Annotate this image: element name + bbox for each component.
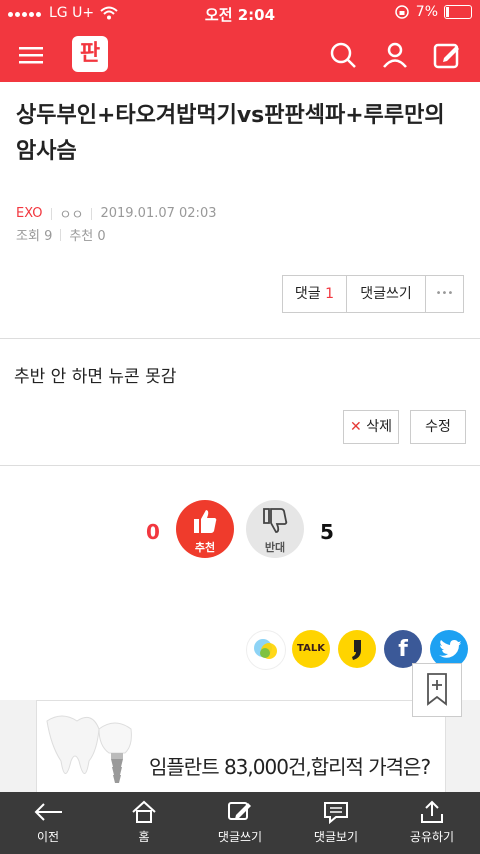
facebook-icon: f xyxy=(398,637,408,662)
share-icon xyxy=(421,800,443,823)
post-body: 추반 안 하면 뉴콘 못감 xyxy=(14,367,177,387)
post-date: 2019.01.07 02:03 xyxy=(100,206,217,221)
kakaostory-icon xyxy=(254,639,277,659)
write-comment-nav-button[interactable]: 댓글쓰기 xyxy=(192,792,288,854)
user-icon[interactable] xyxy=(380,40,410,70)
home-button[interactable]: 홈 xyxy=(96,792,192,854)
views-label: 조회 xyxy=(16,229,40,244)
share-button[interactable]: 공유하기 xyxy=(384,792,480,854)
rotation-lock-icon xyxy=(395,5,409,19)
comment-list-icon xyxy=(324,802,348,824)
bookmark-button[interactable] xyxy=(412,663,462,717)
post-nick: ㅇㅇ xyxy=(59,208,84,223)
back-arrow-icon xyxy=(34,803,62,821)
thumbs-down-icon xyxy=(263,508,288,533)
views-count: 9 xyxy=(44,229,53,244)
down-count: 5 xyxy=(320,520,334,544)
divider xyxy=(0,465,480,466)
recommend-button[interactable]: 추천 xyxy=(176,500,234,558)
status-bar: LG U+ 오전 2:04 7% xyxy=(0,0,480,28)
recommend-count: 0 xyxy=(97,229,106,244)
post-meta: EXO ㅇㅇ 2019.01.07 02:03 xyxy=(16,204,216,223)
ad-banner[interactable]: 임플란트 83,000건,합리적 가격은? xyxy=(36,700,446,796)
more-button[interactable]: ••• xyxy=(426,276,463,312)
search-icon[interactable] xyxy=(328,40,358,70)
kakaostory-share-button[interactable] xyxy=(246,630,286,670)
battery-percent: 7% xyxy=(415,4,438,20)
bookmark-add-icon xyxy=(427,673,447,706)
modify-button[interactable]: 수정 xyxy=(410,410,466,444)
divider xyxy=(0,338,480,339)
comma-icon xyxy=(352,640,361,660)
app-bar: 판 xyxy=(0,28,480,82)
kakaopage-share-button[interactable] xyxy=(338,630,376,668)
logo[interactable]: 판 xyxy=(72,36,108,72)
dental-implant-image xyxy=(46,715,132,783)
battery-icon xyxy=(444,5,472,19)
recommend-label: 추천 xyxy=(69,229,94,244)
ad-text: 임플란트 83,000건,합리적 가격은? xyxy=(149,755,431,779)
delete-button[interactable]: ✕ 삭제 xyxy=(343,410,399,444)
close-icon: ✕ xyxy=(350,419,362,435)
post-title: 상두부인+타오겨밥먹기vs판판섹파+루루만의 암사슴 xyxy=(16,103,445,164)
kakaotalk-icon: TALK xyxy=(297,643,325,654)
post-author[interactable]: EXO xyxy=(16,206,43,221)
bottom-nav: 이전 홈 댓글쓰기 댓글보기 공유하기 xyxy=(0,792,480,854)
menu-icon[interactable] xyxy=(16,40,46,70)
post-stats: 조회 9 추천 0 xyxy=(16,225,106,244)
view-comments-button[interactable]: 댓글보기 xyxy=(288,792,384,854)
write-comment-icon xyxy=(228,802,251,820)
comment-button[interactable]: 댓글 1 xyxy=(283,276,347,312)
kakaotalk-share-button[interactable]: TALK xyxy=(292,630,330,668)
write-icon[interactable] xyxy=(432,40,462,70)
comment-toolbar: 댓글 1 댓글쓰기 ••• xyxy=(282,275,464,313)
thumbs-up-icon xyxy=(194,510,217,533)
write-comment-button[interactable]: 댓글쓰기 xyxy=(347,276,426,312)
up-count: 0 xyxy=(146,520,160,544)
oppose-button[interactable]: 반대 xyxy=(246,500,304,558)
home-icon xyxy=(132,800,156,823)
back-button[interactable]: 이전 xyxy=(0,792,96,854)
